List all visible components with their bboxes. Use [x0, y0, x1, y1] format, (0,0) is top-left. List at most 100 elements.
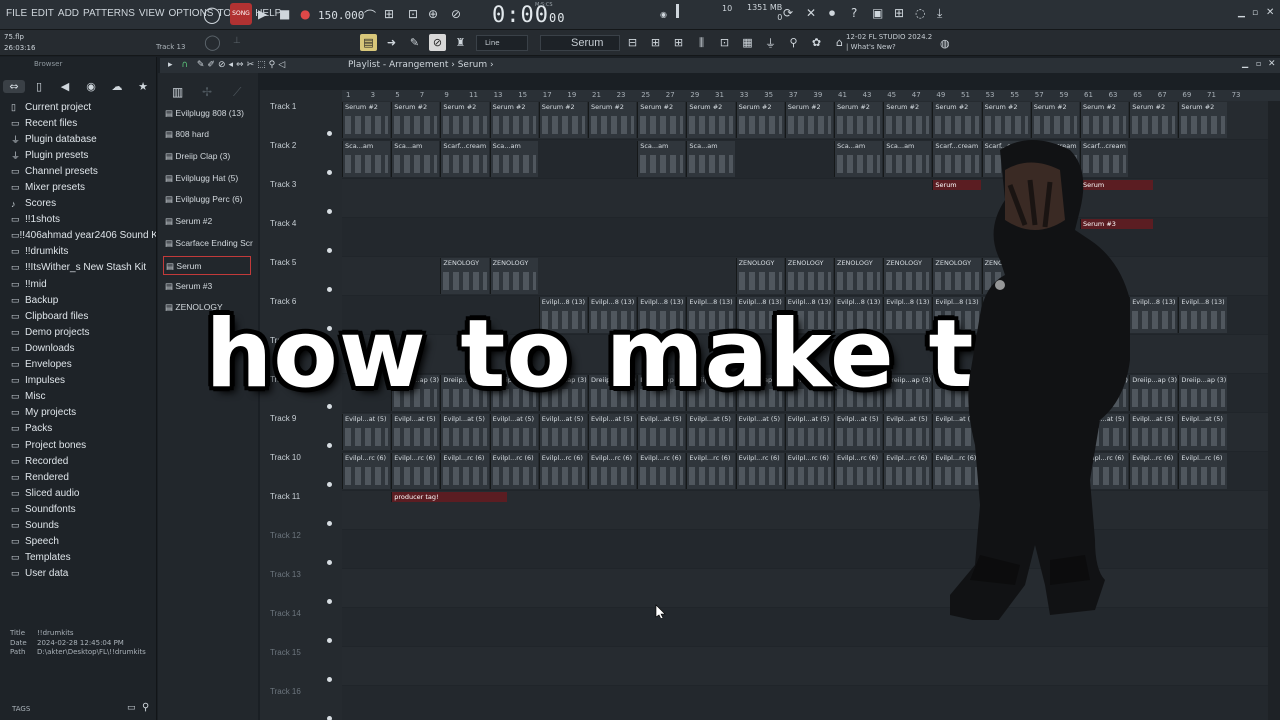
- pattern-clip[interactable]: Evilpl...at (5): [588, 414, 637, 450]
- track-mute-led[interactable]: [327, 248, 332, 253]
- pattern-item[interactable]: ▤ 808 hard: [165, 129, 253, 140]
- track-name[interactable]: Track 16: [270, 687, 301, 696]
- help-icon[interactable]: ?: [851, 6, 857, 20]
- browser-item[interactable]: ▭ Recent files: [8, 115, 156, 131]
- browser-tab-plugin-icon[interactable]: ◉: [78, 80, 104, 93]
- browser-item[interactable]: ▭ Templates: [8, 550, 156, 566]
- pattern-clip[interactable]: Serum #2: [1129, 102, 1178, 138]
- pattern-clip[interactable]: Evilpl...at (5): [686, 414, 735, 450]
- pattern-clip[interactable]: Serum #2: [538, 102, 587, 138]
- track-mute-led[interactable]: [327, 521, 332, 526]
- pattern-clip[interactable]: Sca...am: [834, 141, 883, 177]
- track-name[interactable]: Track 4: [270, 219, 296, 228]
- close-icon[interactable]: ✕: [1266, 7, 1274, 18]
- picker-curve-icon[interactable]: ⟋: [233, 85, 241, 100]
- record-mode-icon[interactable]: ◯: [203, 5, 221, 24]
- pattern-clip[interactable]: Evilpl...at (5): [538, 414, 587, 450]
- browser-item[interactable]: ♪ Scores: [8, 196, 156, 212]
- chat-icon[interactable]: ◌: [915, 6, 925, 20]
- arrow-icon[interactable]: ➜: [383, 34, 400, 51]
- pattern-clip[interactable]: Serum #2: [834, 102, 883, 138]
- pattern-clip[interactable]: Evilpl...at (5): [784, 414, 833, 450]
- paint-tool-icon[interactable]: ✐: [207, 60, 218, 70]
- pattern-clip[interactable]: Serum #2: [1178, 102, 1227, 138]
- step-edit-icon[interactable]: ⊕: [428, 7, 438, 21]
- browser-item[interactable]: ▭ Envelopes: [8, 357, 156, 373]
- maximize-icon[interactable]: ▫: [1252, 8, 1258, 18]
- browser-item[interactable]: ▭ Mixer presets: [8, 179, 156, 195]
- pattern-clip[interactable]: Serum #2: [1030, 102, 1079, 138]
- record-icon[interactable]: ●: [300, 7, 310, 21]
- track-mute-led[interactable]: [327, 287, 332, 292]
- menu-item-add[interactable]: ADD: [58, 8, 79, 19]
- browser-item[interactable]: ▭ Downloads: [8, 340, 156, 356]
- news-panel[interactable]: 12-02 FL STUDIO 2024.2 | What's New?: [846, 32, 932, 52]
- pianoroll-window-icon[interactable]: ⊞: [647, 34, 664, 51]
- pattern-clip[interactable]: Serum #2: [637, 102, 686, 138]
- stamp-2-icon[interactable]: ✿: [808, 34, 825, 51]
- track-name[interactable]: Track 1: [270, 102, 296, 111]
- piano-roll-icon[interactable]: ▤: [360, 34, 377, 51]
- browser-item[interactable]: ⏚ Plugin presets: [8, 147, 156, 163]
- playlist-minimize-icon[interactable]: ▁: [1242, 59, 1248, 68]
- mic-icon[interactable]: ⏺: [829, 6, 835, 21]
- pattern-clip[interactable]: Evilpl...rc (6): [735, 453, 784, 489]
- download-icon[interactable]: ⤓: [937, 6, 942, 21]
- browser-item[interactable]: ▭ Channel presets: [8, 163, 156, 179]
- browser-item[interactable]: ▭ !!406ahmad year2406 Sound Kit: [8, 228, 156, 244]
- pattern-clip[interactable]: Sca...am: [342, 141, 391, 177]
- track-name[interactable]: Track 11: [270, 492, 300, 501]
- browser-icon[interactable]: ⊡: [716, 34, 733, 51]
- track-mute-led[interactable]: [327, 638, 332, 643]
- pattern-clip[interactable]: Sca...am: [686, 141, 735, 177]
- link-icon[interactable]: ⊘: [429, 34, 446, 51]
- pattern-clip[interactable]: producer tag!: [391, 492, 508, 502]
- search-icon[interactable]: ⚲: [142, 702, 149, 713]
- track-lane[interactable]: [342, 647, 1268, 686]
- browser-item[interactable]: ▭ My projects: [8, 405, 156, 421]
- browser-item[interactable]: ▭ !!drumkits: [8, 244, 156, 260]
- pattern-clip[interactable]: Serum #2: [981, 102, 1030, 138]
- track-mute-led[interactable]: [327, 443, 332, 448]
- playlist-maximize-icon[interactable]: ▫: [1256, 59, 1261, 68]
- browser-tab-star-icon[interactable]: ★: [130, 80, 156, 93]
- browser-item[interactable]: ▭ Backup: [8, 292, 156, 308]
- select-tool-icon[interactable]: ⬚: [257, 60, 269, 70]
- save-icon[interactable]: ▣: [872, 6, 883, 20]
- menu-item-view[interactable]: VIEW: [139, 8, 165, 19]
- browser-item[interactable]: ▭ Sliced audio: [8, 485, 156, 501]
- pattern-clip[interactable]: Serum #2: [686, 102, 735, 138]
- countdown-icon[interactable]: ⊡: [408, 7, 418, 21]
- plug-icon[interactable]: ⏚: [762, 34, 779, 51]
- pattern-clip[interactable]: Evilpl...rc (6): [440, 453, 489, 489]
- pattern-clip[interactable]: ZENOLOGY: [784, 258, 833, 294]
- tag-folder-icon[interactable]: ▭: [127, 703, 136, 713]
- stamp-icon[interactable]: ♜: [452, 34, 469, 51]
- pattern-clip[interactable]: ZENOLOGY: [440, 258, 489, 294]
- pattern-clip[interactable]: Serum #2: [440, 102, 489, 138]
- pattern-clip[interactable]: Evilpl...8 (13): [1178, 297, 1227, 333]
- pattern-clip[interactable]: Evilpl...rc (6): [489, 453, 538, 489]
- pattern-clip[interactable]: Scarf...cream: [440, 141, 489, 177]
- pattern-clip[interactable]: Evilpl...at (5): [834, 414, 883, 450]
- browser-item[interactable]: ▭ Packs: [8, 421, 156, 437]
- browser-item[interactable]: ▭ Speech: [8, 534, 156, 550]
- tempo-display[interactable]: 150.000: [318, 9, 364, 22]
- pattern-clip[interactable]: Evilpl...at (5): [489, 414, 538, 450]
- pin-icon[interactable]: ⊥: [233, 36, 241, 46]
- track-mute-led[interactable]: [327, 209, 332, 214]
- pattern-clip[interactable]: Sca...am: [883, 141, 932, 177]
- mic-2-icon[interactable]: ⚲: [785, 34, 802, 51]
- pattern-clip[interactable]: Serum #2: [489, 102, 538, 138]
- pattern-clip[interactable]: Serum #2: [391, 102, 440, 138]
- track-name[interactable]: Track 13: [270, 570, 301, 579]
- pattern-clip[interactable]: Evilpl...rc (6): [342, 453, 391, 489]
- pattern-clip[interactable]: Serum #2: [588, 102, 637, 138]
- browser-item[interactable]: ▭ Demo projects: [8, 324, 156, 340]
- track-name[interactable]: Track 14: [270, 609, 301, 618]
- master-pitch-slider[interactable]: [676, 4, 679, 18]
- globe-icon[interactable]: ◍: [940, 37, 950, 50]
- volume-icon[interactable]: ◉: [660, 10, 667, 19]
- slip-tool-icon[interactable]: ⇔: [236, 60, 247, 70]
- channelrack-icon[interactable]: ⊞: [670, 34, 687, 51]
